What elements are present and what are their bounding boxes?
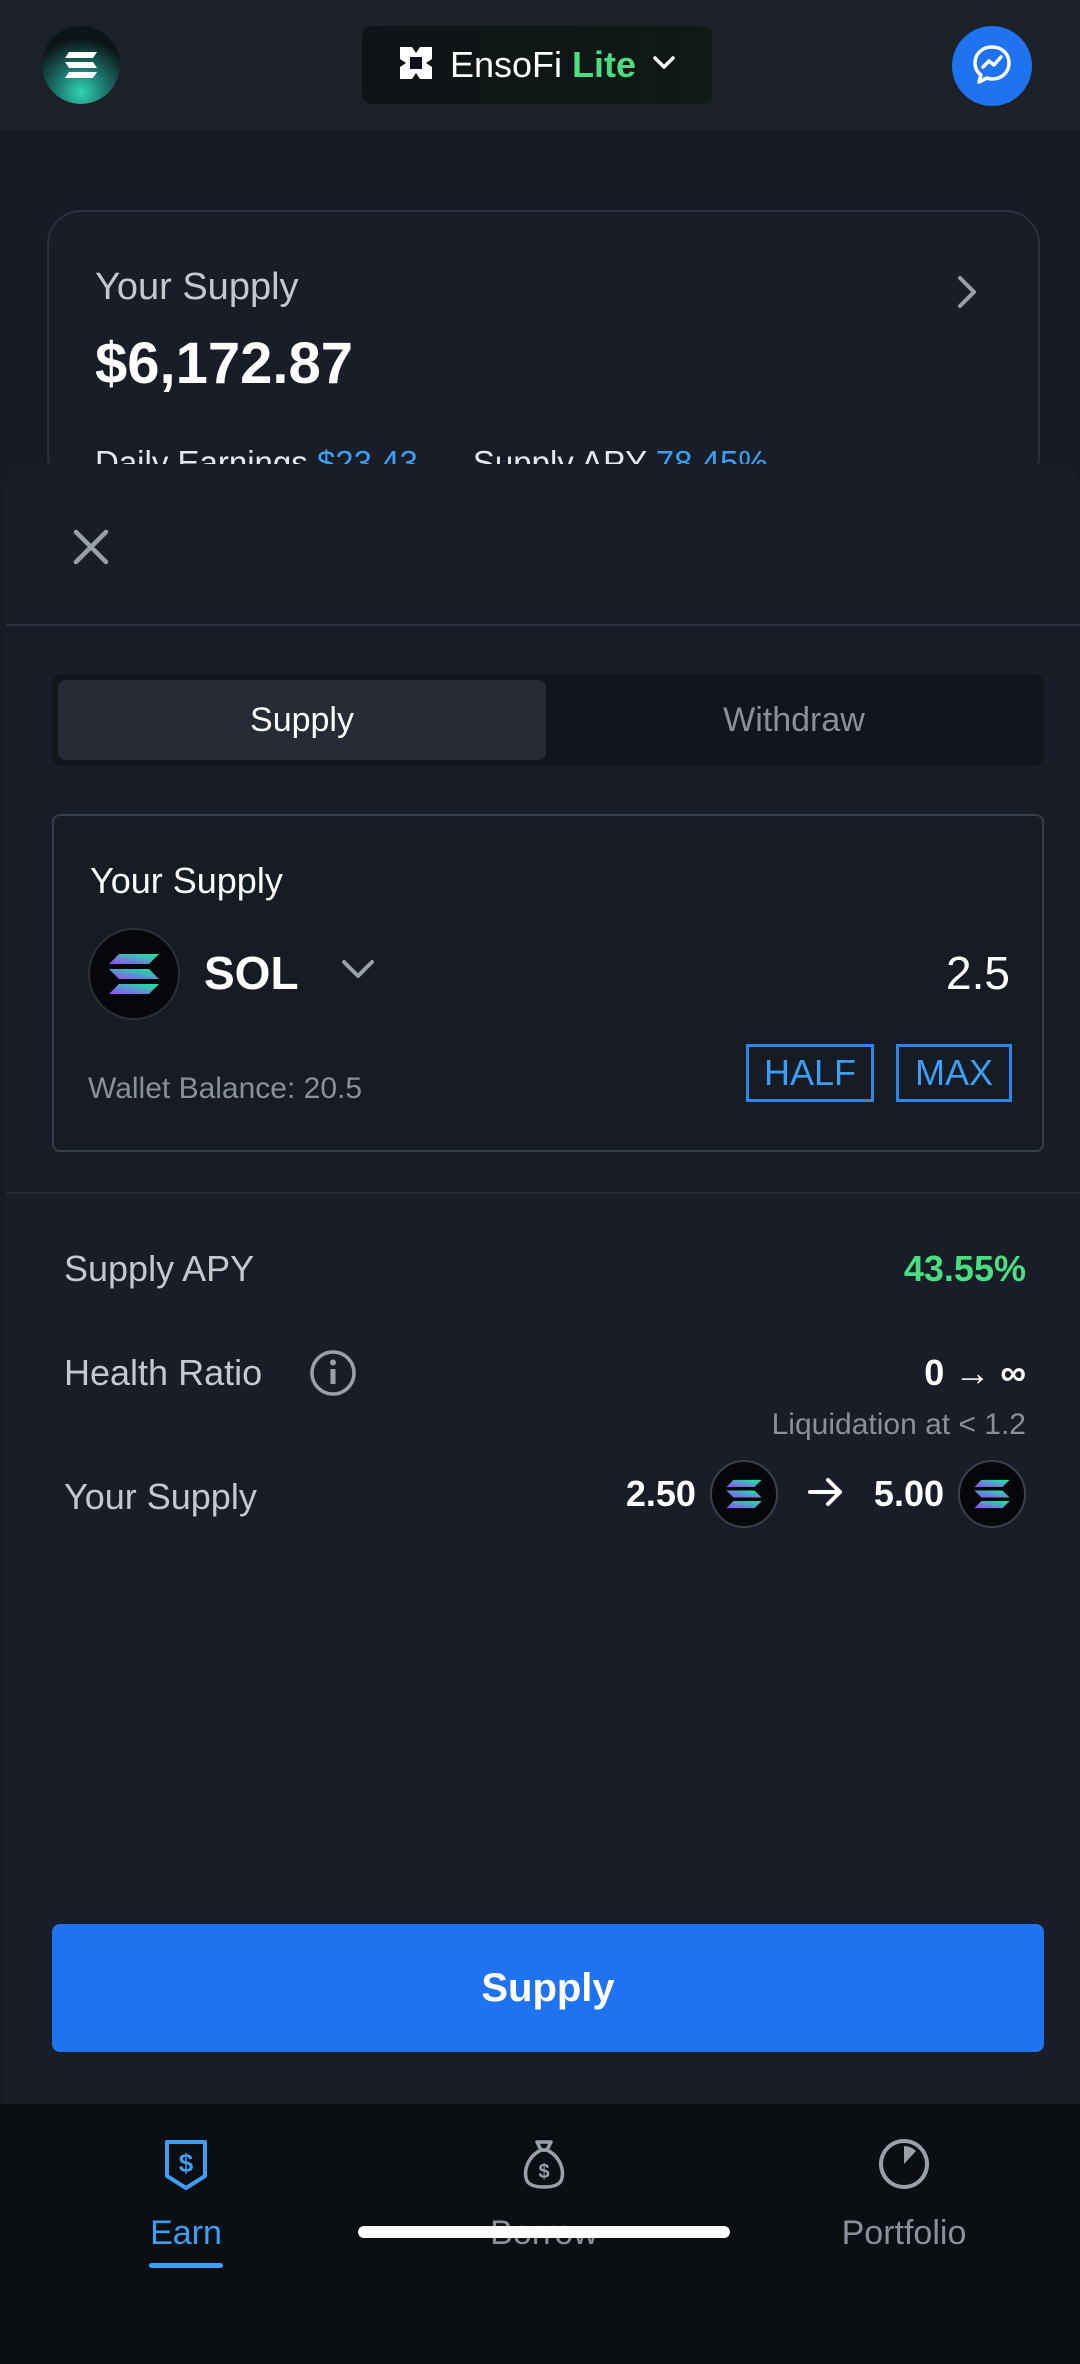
bottom-navigation: $ Earn $ Borrow Portf	[0, 2104, 1080, 2364]
tab-withdraw[interactable]: Withdraw	[550, 680, 1038, 760]
half-button[interactable]: HALF	[746, 1044, 874, 1102]
sol-token-icon	[958, 1460, 1026, 1528]
supply-input-panel: Your Supply SOL 2.5 Wallet Balance: 20.5…	[52, 814, 1044, 1152]
wallet-balance: Wallet Balance: 20.5	[88, 1072, 363, 1105]
divider	[6, 1192, 1080, 1194]
supply-submit-button[interactable]: Supply	[52, 1924, 1044, 2052]
nav-label: Earn	[150, 2214, 222, 2252]
chevron-right-icon	[952, 272, 982, 317]
svg-text:$: $	[179, 2148, 194, 2178]
pie-chart-icon	[876, 2124, 932, 2204]
chart-bubble-icon	[970, 42, 1014, 91]
health-ratio-label: Health Ratio	[64, 1352, 263, 1393]
your-supply-label: Your Supply	[64, 1476, 257, 1517]
divider	[6, 624, 1080, 626]
summary-title: Your Supply	[95, 266, 299, 308]
supply-apy-value: 43.55%	[903, 1248, 1026, 1289]
summary-amount: $6,172.87	[95, 331, 354, 396]
brand-title: EnsoFi Lite	[449, 44, 637, 85]
health-ratio-value: 0 → ∞	[924, 1352, 1026, 1393]
money-bag-icon: $	[519, 2124, 569, 2204]
supply-apy-label: Supply APY	[64, 1248, 255, 1289]
supply-change: 2.50 5.00	[626, 1458, 1026, 1530]
nav-item-borrow[interactable]: $ Borrow	[414, 2124, 674, 2294]
token-selector-label[interactable]: SOL	[204, 946, 299, 1000]
chevron-down-icon	[650, 49, 678, 82]
sol-token-icon	[709, 1460, 778, 1528]
tab-supply[interactable]: Supply	[58, 680, 546, 760]
active-indicator	[149, 2263, 223, 2268]
nav-item-earn[interactable]: $ Earn	[56, 2124, 316, 2294]
chevron-down-icon[interactable]	[338, 954, 378, 989]
supply-sheet: Supply Withdraw Your Supply SOL 2.5 Wall…	[6, 464, 1080, 2104]
app-logo-icon[interactable]	[42, 26, 120, 104]
app-screen: EnsoFi Lite Your Supply $6,172.87 Daily …	[0, 0, 1080, 2364]
action-tabs: Supply Withdraw	[52, 674, 1044, 766]
brand-switcher[interactable]: EnsoFi Lite	[362, 26, 712, 104]
activity-button[interactable]	[952, 26, 1032, 106]
nav-item-portfolio[interactable]: Portfolio	[774, 2124, 1034, 2294]
brand-logo-icon	[396, 43, 436, 88]
dollar-shield-icon: $	[161, 2124, 211, 2204]
close-icon[interactable]	[66, 522, 116, 572]
sol-token-icon[interactable]	[88, 928, 180, 1020]
arrow-right-icon	[806, 1475, 846, 1514]
liquidation-threshold: Liquidation at < 1.2	[771, 1408, 1026, 1441]
amount-input[interactable]	[710, 938, 1010, 1008]
input-title: Your Supply	[90, 860, 283, 901]
max-button[interactable]: MAX	[896, 1044, 1012, 1102]
top-bar: EnsoFi Lite	[0, 0, 1080, 130]
supply-summary-card[interactable]: Your Supply $6,172.87 Daily Earnings $23…	[47, 210, 1040, 490]
info-icon[interactable]	[308, 1348, 358, 1403]
nav-label: Portfolio	[841, 2214, 967, 2252]
supply-from-value: 2.50	[625, 1473, 696, 1514]
supply-to-value: 5.00	[873, 1473, 944, 1514]
home-indicator[interactable]	[358, 2226, 730, 2238]
svg-text:$: $	[538, 2161, 549, 2183]
